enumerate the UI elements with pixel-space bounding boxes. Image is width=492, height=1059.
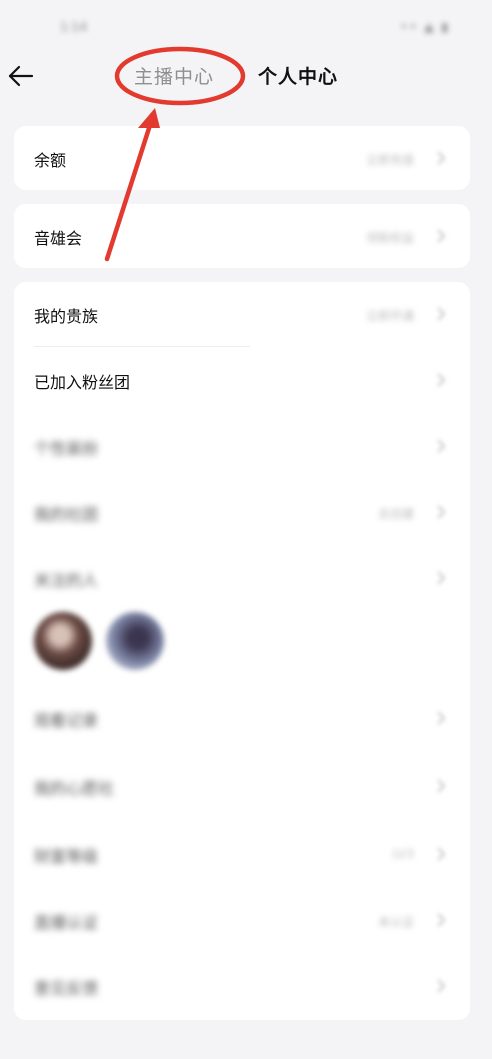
chevron-right-icon (437, 373, 446, 387)
list-item-label: 我的贵族 (34, 307, 99, 326)
balance-row[interactable]: 余额 立即充值 (14, 126, 470, 190)
avatar[interactable] (34, 612, 92, 670)
list-item-following[interactable]: 关注的人 (14, 546, 470, 610)
balance-value: 立即充值 (365, 153, 414, 167)
list-item-value: LV3 (392, 847, 414, 861)
balance-card[interactable]: 余额 立即充值 (14, 126, 470, 190)
tab-personal-center[interactable]: 个人中心 (258, 62, 338, 89)
chevron-right-icon (437, 229, 446, 243)
back-button[interactable] (4, 56, 40, 96)
back-arrow-icon (8, 65, 34, 87)
tab-anchor-center[interactable]: 主播中心 (134, 62, 214, 89)
list-item-value: 立即开通 (365, 309, 414, 323)
chevron-right-icon (437, 571, 446, 585)
avatar[interactable] (106, 612, 164, 670)
union-label: 音雄会 (34, 229, 83, 248)
list-item-noble[interactable]: 我的贵族 立即开通 (14, 282, 470, 346)
list-item-watch-history[interactable]: 观看记录 (14, 686, 470, 750)
chevron-right-icon (437, 307, 446, 321)
chevron-right-icon (437, 913, 446, 927)
list-item-club[interactable]: 我的社团 去创建 (14, 480, 470, 544)
chevron-right-icon (437, 505, 446, 519)
union-row[interactable]: 音雄会 领取权益 (14, 204, 470, 268)
union-card[interactable]: 音雄会 领取权益 (14, 204, 470, 268)
list-item-label: 观看记录 (34, 711, 99, 730)
chevron-right-icon (437, 151, 446, 165)
list-item-label: 关注的人 (34, 571, 99, 590)
top-header: 主播中心 个人中心 (0, 48, 492, 106)
annotation-arrow-head (138, 108, 160, 128)
list-item-label: 我的心愿社 (34, 779, 115, 798)
union-value: 领取权益 (365, 231, 414, 245)
list-item-label: 意见反馈 (34, 979, 99, 998)
menu-list-card: 我的贵族 立即开通 已加入粉丝团 个性装扮 我的社团 去创建 关注的人 观看记录… (14, 282, 470, 1020)
list-item-decoration[interactable]: 个性装扮 (14, 414, 470, 478)
list-item-value: 未认证 (377, 915, 414, 929)
balance-label: 余额 (34, 151, 67, 170)
chevron-right-icon (437, 847, 446, 861)
list-item-label: 个性装扮 (34, 439, 99, 458)
chevron-right-icon (437, 979, 446, 993)
chevron-right-icon (437, 439, 446, 453)
list-item-label: 已加入粉丝团 (34, 373, 131, 392)
chevron-right-icon (437, 779, 446, 793)
status-icons: •• ▲ ▮ (400, 20, 450, 34)
chevron-right-icon (437, 711, 446, 725)
following-avatars (34, 612, 194, 676)
list-item-label: 我的社团 (34, 505, 99, 524)
list-item-wealth-level[interactable]: 财富等级 LV3 (14, 822, 470, 886)
list-item-fan-club[interactable]: 已加入粉丝团 (14, 348, 470, 412)
status-bar: 1:14 •• ▲ ▮ (0, 0, 492, 48)
list-item-label: 财富等级 (34, 847, 99, 866)
divider (34, 346, 250, 347)
list-item-value: 去创建 (377, 507, 414, 521)
list-item-feedback[interactable]: 意见反馈 (14, 954, 470, 1018)
list-item-label: 直播认证 (34, 913, 99, 932)
status-time: 1:14 (60, 20, 87, 34)
list-item-verification[interactable]: 直播认证 未认证 (14, 888, 470, 952)
list-item-wish[interactable]: 我的心愿社 (14, 754, 470, 818)
